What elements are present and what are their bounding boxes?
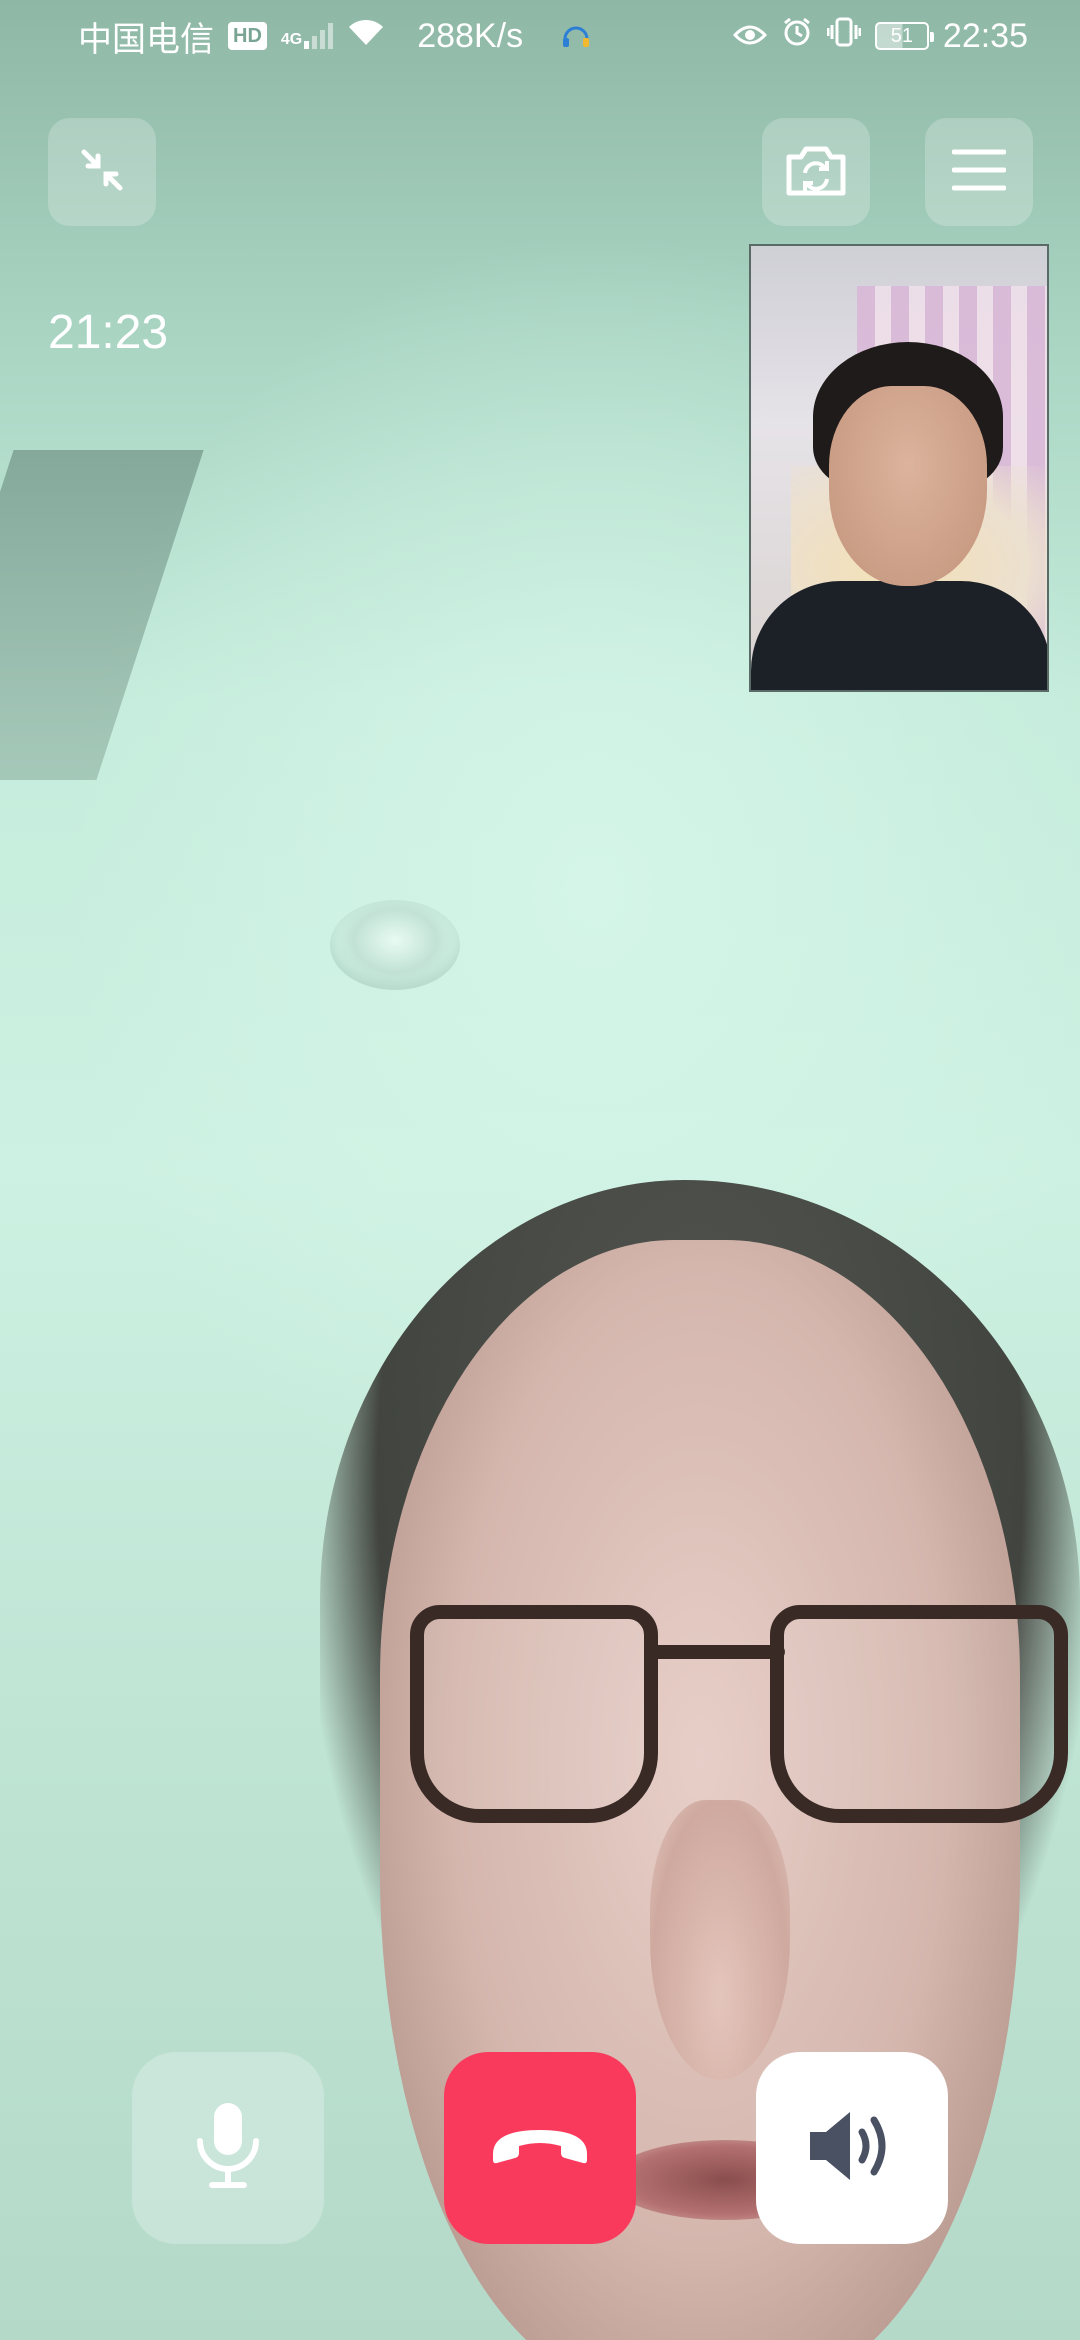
eye-icon (732, 17, 767, 56)
preview-person-body (751, 581, 1047, 690)
status-left: 中国电信 HD 4G 288K/s (78, 12, 593, 61)
battery-icon: 51 (874, 22, 934, 50)
remote-caller (300, 1180, 1080, 2340)
ceiling-light (330, 900, 460, 990)
hd-icon: HD (228, 22, 267, 50)
call-duration: 21:23 (48, 306, 169, 359)
menu-button[interactable] (925, 118, 1033, 226)
signal-icon: 4G (280, 23, 334, 49)
minimize-button[interactable] (48, 118, 156, 226)
self-video-preview[interactable] (749, 244, 1049, 692)
alarm-icon (781, 16, 813, 57)
switch-camera-button[interactable] (762, 118, 870, 226)
vibrate-icon (826, 16, 862, 57)
status-bar: 中国电信 HD 4G 288K/s 51 22:35 (0, 0, 1080, 72)
speaker-icon (804, 2104, 900, 2193)
clock: 22:35 (942, 16, 1028, 55)
caller-glasses (400, 1605, 1080, 1823)
minimize-icon (76, 144, 128, 201)
switch-camera-icon (783, 141, 849, 204)
preview-person-face (829, 386, 987, 586)
menu-icon (951, 148, 1007, 197)
carrier-name: 中国电信 (78, 20, 214, 59)
hang-up-icon (485, 2116, 595, 2181)
headset-icon (559, 19, 593, 53)
speaker-button[interactable] (756, 2052, 948, 2244)
network-type: 4G (280, 31, 303, 48)
background-wall (0, 450, 204, 780)
mute-button[interactable] (132, 2052, 324, 2244)
status-right: 51 22:35 (732, 16, 1028, 57)
microphone-icon (190, 2101, 266, 2196)
wifi-icon (347, 17, 385, 56)
net-speed: 288K/s (417, 16, 524, 55)
hang-up-button[interactable] (444, 2052, 636, 2244)
